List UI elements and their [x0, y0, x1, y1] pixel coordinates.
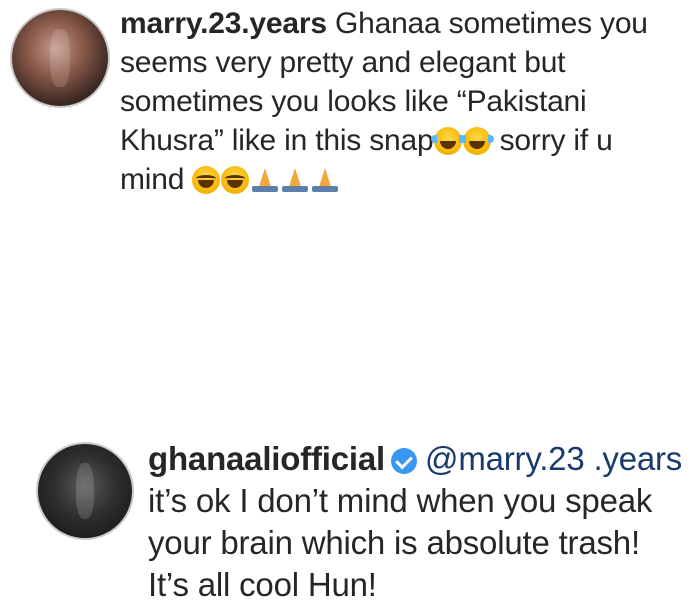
comment-marry: marry.23.years Ghanaa sometimes you seem…	[0, 0, 691, 210]
avatar[interactable]	[10, 8, 110, 108]
comment-ghanaali: ghanaaliofficial @marry.23 .years it’s ok…	[0, 210, 691, 603]
folded-hands-icon	[250, 166, 280, 194]
face-with-tears-of-joy-icon	[459, 127, 494, 155]
face-with-tears-of-joy-icon	[430, 127, 465, 155]
avatar-photo	[50, 29, 70, 87]
grinning-face-icon	[192, 166, 221, 194]
folded-hands-icon	[280, 166, 310, 194]
verified-badge-icon	[391, 448, 418, 474]
folded-hands-icon	[310, 166, 340, 194]
username-link[interactable]: marry.23.years	[120, 7, 327, 40]
comment-text: marry.23.years Ghanaa sometimes you seem…	[120, 4, 680, 199]
mention-link[interactable]: @marry.23 .years	[425, 440, 682, 477]
username-link[interactable]: ghanaaliofficial	[148, 440, 385, 477]
avatar-photo	[75, 462, 95, 520]
reply-text: ghanaaliofficial @marry.23 .years it’s ok…	[148, 438, 688, 606]
reply-body: it’s ok I don’t mind when you speak your…	[148, 482, 653, 603]
avatar[interactable]	[36, 442, 134, 540]
smiling-face-icon	[221, 166, 250, 194]
